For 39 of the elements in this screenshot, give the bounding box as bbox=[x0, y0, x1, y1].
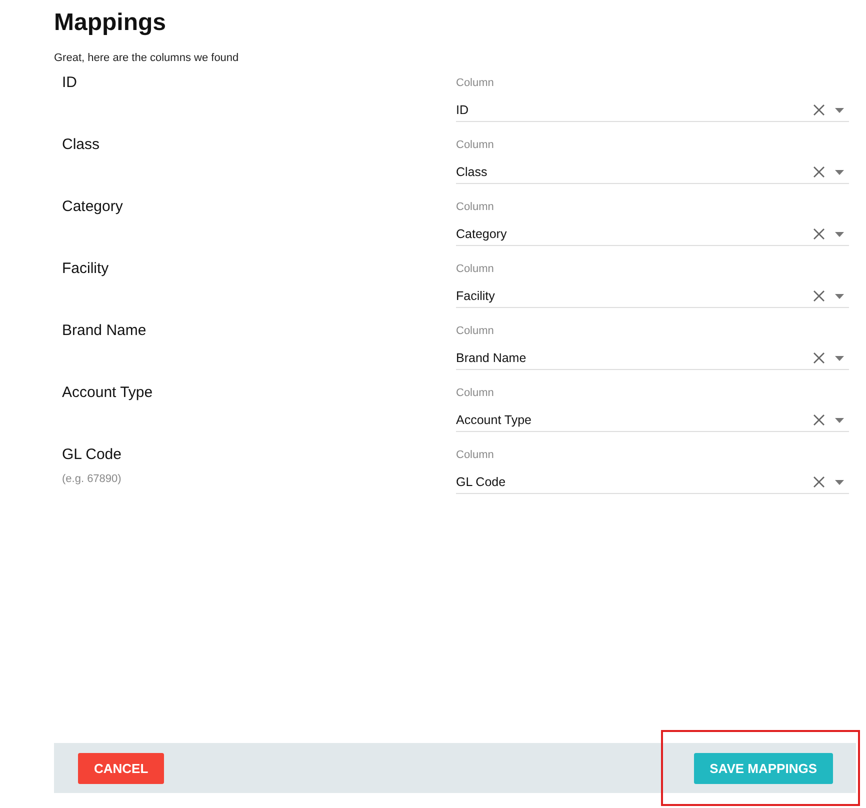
select-label: Column bbox=[456, 324, 494, 339]
clear-icon[interactable] bbox=[813, 352, 825, 364]
clear-icon[interactable] bbox=[813, 290, 825, 302]
clear-icon[interactable] bbox=[813, 166, 825, 178]
column-select[interactable]: Account Type bbox=[456, 409, 849, 432]
caret-icon[interactable] bbox=[835, 356, 844, 360]
page-title: Mappings bbox=[54, 8, 167, 37]
caret-icon[interactable] bbox=[835, 170, 844, 174]
field-name: Facility bbox=[62, 259, 109, 279]
caret-icon[interactable] bbox=[835, 480, 844, 484]
clear-icon[interactable] bbox=[813, 476, 825, 488]
column-select[interactable]: GL Code bbox=[456, 471, 849, 494]
select-label: Column bbox=[456, 200, 494, 215]
subtitle: Great, here are the columns we found bbox=[54, 51, 240, 65]
column-select[interactable]: Brand Name bbox=[456, 347, 849, 370]
select-label: Column bbox=[456, 262, 494, 277]
caret-icon[interactable] bbox=[835, 232, 844, 236]
field-name: Brand Name bbox=[62, 321, 146, 341]
select-label: Column bbox=[456, 76, 494, 91]
column-select[interactable]: ID bbox=[456, 99, 849, 122]
select-label: Column bbox=[456, 386, 494, 401]
caret-icon[interactable] bbox=[835, 294, 844, 298]
column-select[interactable]: Class bbox=[456, 161, 849, 184]
clear-icon[interactable] bbox=[813, 228, 825, 240]
field-hint: (e.g. 67890) bbox=[62, 473, 122, 485]
caret-icon[interactable] bbox=[835, 108, 844, 112]
field-name: Category bbox=[62, 197, 123, 217]
select-label: Column bbox=[456, 448, 494, 463]
column-select[interactable]: Category bbox=[456, 223, 849, 246]
field-name: GL Code bbox=[62, 445, 122, 465]
caret-icon[interactable] bbox=[835, 418, 844, 422]
column-select[interactable]: Facility bbox=[456, 285, 849, 308]
cancel-button[interactable]: CANCEL bbox=[78, 752, 164, 784]
field-name: Account Type bbox=[62, 383, 153, 403]
field-name: ID bbox=[62, 73, 77, 93]
clear-icon[interactable] bbox=[813, 104, 825, 116]
select-label: Column bbox=[456, 138, 494, 153]
clear-icon[interactable] bbox=[813, 414, 825, 426]
field-name: Class bbox=[62, 135, 100, 155]
